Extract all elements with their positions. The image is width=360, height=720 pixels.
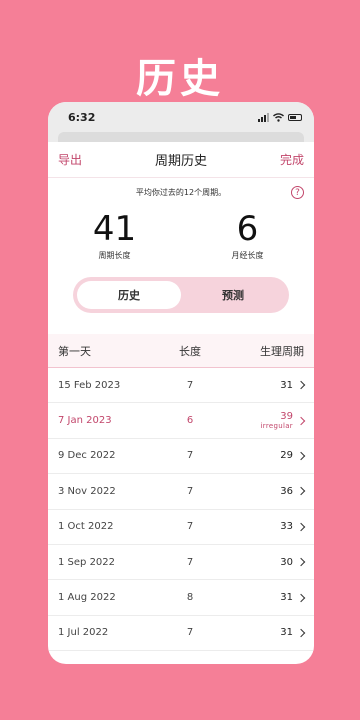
chevron-right-icon	[296, 451, 306, 461]
row-cycle: 30	[280, 556, 293, 568]
row-length: 8	[186, 592, 194, 604]
row-date: 9 Dec 2022	[58, 450, 116, 462]
table-row[interactable]: 9 Dec 2022 7 29	[48, 439, 314, 475]
row-length: 7	[186, 521, 194, 533]
cycle-length-value: 41	[92, 209, 137, 249]
status-time: 6:32	[68, 110, 96, 124]
chevron-right-icon	[296, 628, 306, 638]
wifi-icon	[273, 112, 284, 122]
table-row[interactable]: 1 Sep 2022 7 30	[48, 545, 314, 581]
row-cycle: 31	[280, 627, 293, 639]
export-button[interactable]: 导出	[58, 151, 82, 168]
tab-prediction[interactable]: 预测	[181, 281, 285, 309]
sheet-edge	[48, 132, 314, 142]
period-length-label: 月经长度	[231, 251, 264, 260]
chevron-right-icon	[296, 380, 306, 390]
help-icon[interactable]: ?	[291, 186, 304, 199]
table-row[interactable]: 1 Aug 2022 8 31	[48, 580, 314, 616]
cycle-length-stat: 41 周期长度	[48, 206, 181, 270]
stats-row: 41 周期长度 6 月经长度	[48, 206, 314, 270]
table-row[interactable]: 1 Oct 2022 7 33	[48, 510, 314, 545]
table-row[interactable]: 3 Nov 2022 7 36	[48, 474, 314, 510]
row-length: 7	[186, 556, 194, 568]
done-button[interactable]: 完成	[280, 151, 304, 168]
period-length-stat: 6 月经长度	[181, 206, 314, 270]
signal-icon	[258, 112, 269, 122]
row-date: 1 Sep 2022	[58, 556, 116, 568]
row-length: 7	[186, 450, 194, 462]
row-cycle: 33	[280, 521, 293, 533]
row-cycle: 31	[280, 379, 293, 391]
chevron-right-icon	[296, 487, 306, 496]
table-row[interactable]: 7 Jan 2023 6 39 irregular	[48, 403, 314, 439]
chevron-right-icon	[296, 557, 306, 567]
row-cycle: 31	[280, 592, 293, 604]
phone-frame: 6:32 导出 周期历史 完成 平均你过去的12个周期。 ? 41 周期长度 6	[48, 102, 314, 664]
table-row[interactable]: 15 Feb 2023 7 31	[48, 368, 314, 404]
row-length: 7	[186, 379, 194, 391]
row-length: 6	[186, 415, 194, 427]
row-length: 7	[186, 627, 194, 639]
page-title: 周期历史	[154, 154, 207, 169]
cycle-length-label: 周期长度	[98, 251, 131, 260]
table-row[interactable]: 1 Jul 2022 7 31	[48, 616, 314, 652]
summary-subtitle: 平均你过去的12个周期。	[135, 187, 227, 197]
row-date: 1 Aug 2022	[58, 592, 116, 604]
status-icons	[258, 112, 302, 122]
row-date: 15 Feb 2023	[58, 379, 121, 391]
hero-title: 历史	[136, 56, 224, 102]
row-date: 7 Jan 2023	[58, 415, 112, 427]
row-date: 1 Jul 2022	[58, 627, 109, 639]
period-length-value: 6	[236, 209, 259, 249]
chevron-right-icon	[296, 416, 306, 425]
status-bar: 6:32	[48, 102, 314, 132]
table-header: 第一天 长度 生理周期	[48, 334, 314, 368]
row-date: 3 Nov 2022	[58, 485, 116, 497]
row-date: 1 Oct 2022	[58, 521, 114, 533]
segmented-control: 历史 预测	[73, 277, 289, 313]
irregular-badge: irregular	[260, 422, 293, 431]
history-list: 15 Feb 2023 7 31 7 Jan 2023 6 39 irregula…	[48, 368, 314, 652]
battery-icon	[288, 113, 302, 121]
nav-bar: 导出 周期历史 完成	[48, 142, 314, 178]
chevron-right-icon	[296, 522, 306, 531]
summary-subtitle-row: 平均你过去的12个周期。 ?	[48, 178, 314, 206]
header-cycle: 生理周期	[260, 344, 304, 358]
tab-history[interactable]: 历史	[77, 281, 181, 309]
row-cycle: 36	[280, 485, 293, 497]
header-length: 长度	[179, 344, 201, 358]
chevron-right-icon	[296, 593, 306, 602]
row-cycle: 39	[280, 411, 293, 423]
row-cycle: 29	[280, 450, 293, 462]
row-length: 7	[186, 485, 194, 497]
segmented-control-wrap: 历史 预测	[48, 270, 314, 320]
header-first-day: 第一天	[58, 344, 91, 358]
